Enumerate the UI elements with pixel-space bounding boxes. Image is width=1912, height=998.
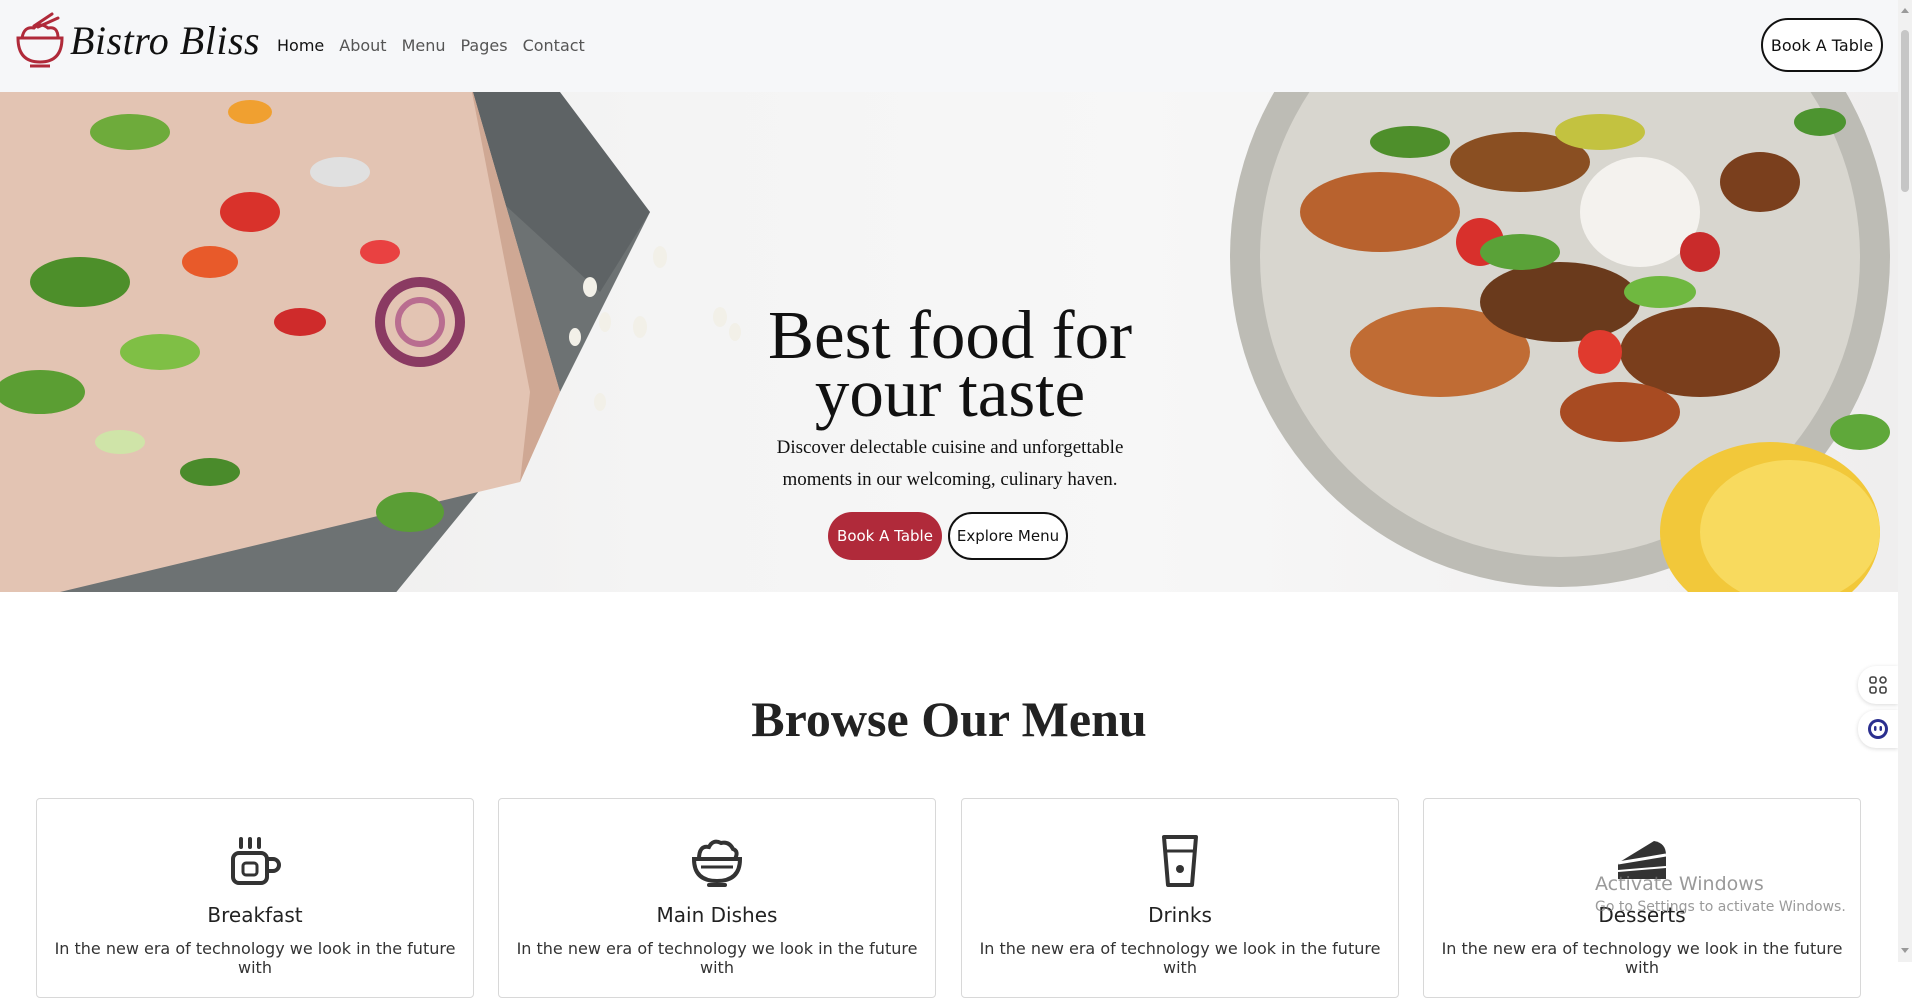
book-table-nav-button[interactable]: Book A Table: [1761, 18, 1883, 72]
menu-card-breakfast[interactable]: Breakfast In the new era of technology w…: [36, 798, 474, 998]
card-title: Drinks: [1148, 903, 1212, 927]
nav-menu[interactable]: Menu: [402, 36, 446, 55]
menu-card-drinks[interactable]: Drinks In the new era of technology we l…: [961, 798, 1399, 998]
activation-title: Activate Windows: [1595, 873, 1764, 895]
brand-logo[interactable]: Bistro Bliss: [12, 12, 260, 68]
coffee-cup-icon: [231, 837, 281, 885]
assistant-widget-button[interactable]: [1858, 710, 1898, 748]
assistant-bot-icon: [1868, 719, 1888, 739]
card-text: In the new era of technology we look in …: [516, 939, 918, 977]
explore-menu-button[interactable]: Explore Menu: [948, 512, 1068, 560]
hero-subtitle-line: Discover delectable cuisine and unforget…: [776, 437, 1124, 458]
activation-watermark: Activate Windows Go to Settings to activ…: [1595, 873, 1846, 915]
scrollbar-thumb[interactable]: [1901, 30, 1909, 192]
drink-glass-icon: [1162, 835, 1198, 887]
rice-bowl-icon: [691, 839, 743, 887]
hero-subtitle: Discover delectable cuisine and unforget…: [730, 432, 1170, 496]
main-nav: Home About Menu Pages Contact: [277, 36, 600, 55]
nav-about[interactable]: About: [339, 36, 386, 55]
book-table-button[interactable]: Book A Table: [828, 512, 942, 560]
top-navbar: Bistro Bliss Home About Menu Pages Conta…: [0, 0, 1898, 92]
card-text: In the new era of technology we look in …: [979, 939, 1381, 977]
card-text: In the new era of technology we look in …: [1441, 939, 1843, 977]
card-title: Main Dishes: [656, 903, 778, 927]
brand-name: Bistro Bliss: [70, 17, 261, 63]
vertical-scrollbar[interactable]: [1898, 0, 1912, 962]
scroll-down-arrow-icon[interactable]: [1901, 948, 1909, 953]
hero-section: Best food for your taste Discover delect…: [0, 92, 1898, 592]
hero-title: Best food for your taste: [690, 301, 1210, 428]
scroll-up-arrow-icon[interactable]: [1901, 8, 1909, 13]
card-text: In the new era of technology we look in …: [54, 939, 456, 977]
hero-subtitle-line: moments in our welcoming, culinary haven…: [782, 469, 1118, 490]
nav-contact[interactable]: Contact: [523, 36, 585, 55]
noodle-bowl-icon: [16, 12, 64, 68]
section-title: Browse Our Menu: [751, 691, 1147, 747]
nav-pages[interactable]: Pages: [461, 36, 508, 55]
menu-card-main-dishes[interactable]: Main Dishes In the new era of technology…: [498, 798, 936, 998]
grid-apps-icon: [1869, 676, 1887, 694]
nav-home[interactable]: Home: [277, 36, 324, 55]
activation-subtitle: Go to Settings to activate Windows.: [1595, 899, 1846, 915]
apps-widget-button[interactable]: [1858, 666, 1898, 704]
card-title: Breakfast: [207, 903, 303, 927]
